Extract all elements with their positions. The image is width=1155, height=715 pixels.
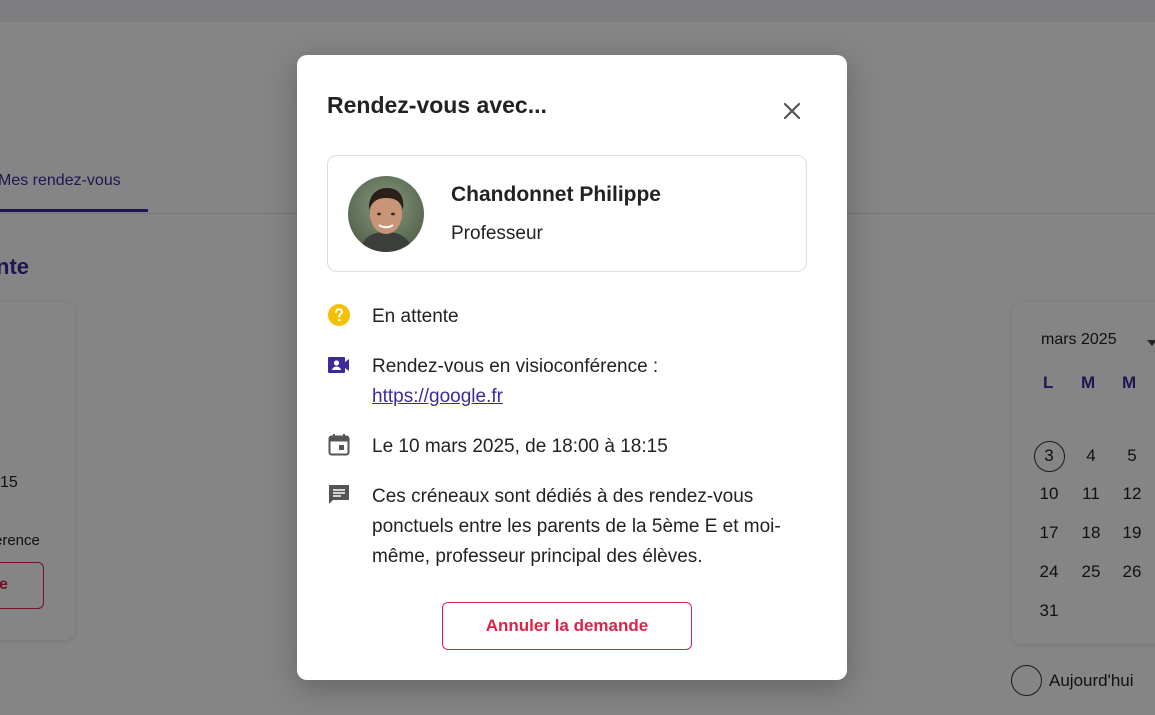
video-account-icon (328, 357, 349, 373)
dialog-title: Rendez-vous avec... (327, 92, 547, 118)
avatar (348, 176, 424, 252)
close-icon (783, 102, 801, 120)
person-card: Chandonnet Philippe Professeur (327, 155, 807, 272)
status-text: En attente (372, 306, 459, 327)
comment-icon (329, 485, 349, 504)
cancel-request-button[interactable]: Annuler la demande (442, 602, 692, 650)
date-text: Le 10 mars 2025, de 18:00 à 18:15 (372, 436, 668, 457)
comment-line: Ces créneaux sont dédiés à des rendez-vo… (372, 486, 754, 507)
person-role: Professeur (451, 223, 543, 244)
calendar-icon (328, 434, 350, 456)
person-name: Chandonnet Philippe (451, 183, 661, 206)
comment-text: Ces créneaux sont dédiés à des rendez-vo… (372, 482, 812, 572)
help-circle-icon (328, 304, 350, 326)
appointment-dialog: Rendez-vous avec... Chandonnet Philippe … (297, 55, 847, 680)
comment-line: ponctuels entre les parents de la 5ème E… (372, 516, 781, 537)
visio-text: Rendez-vous en visioconférence : https:/… (372, 352, 812, 412)
visio-link[interactable]: https://google.fr (372, 382, 812, 412)
comment-line: même, professeur principal des élèves. (372, 546, 703, 567)
close-button[interactable] (777, 96, 807, 126)
visio-label: Rendez-vous en visioconférence : (372, 356, 659, 377)
